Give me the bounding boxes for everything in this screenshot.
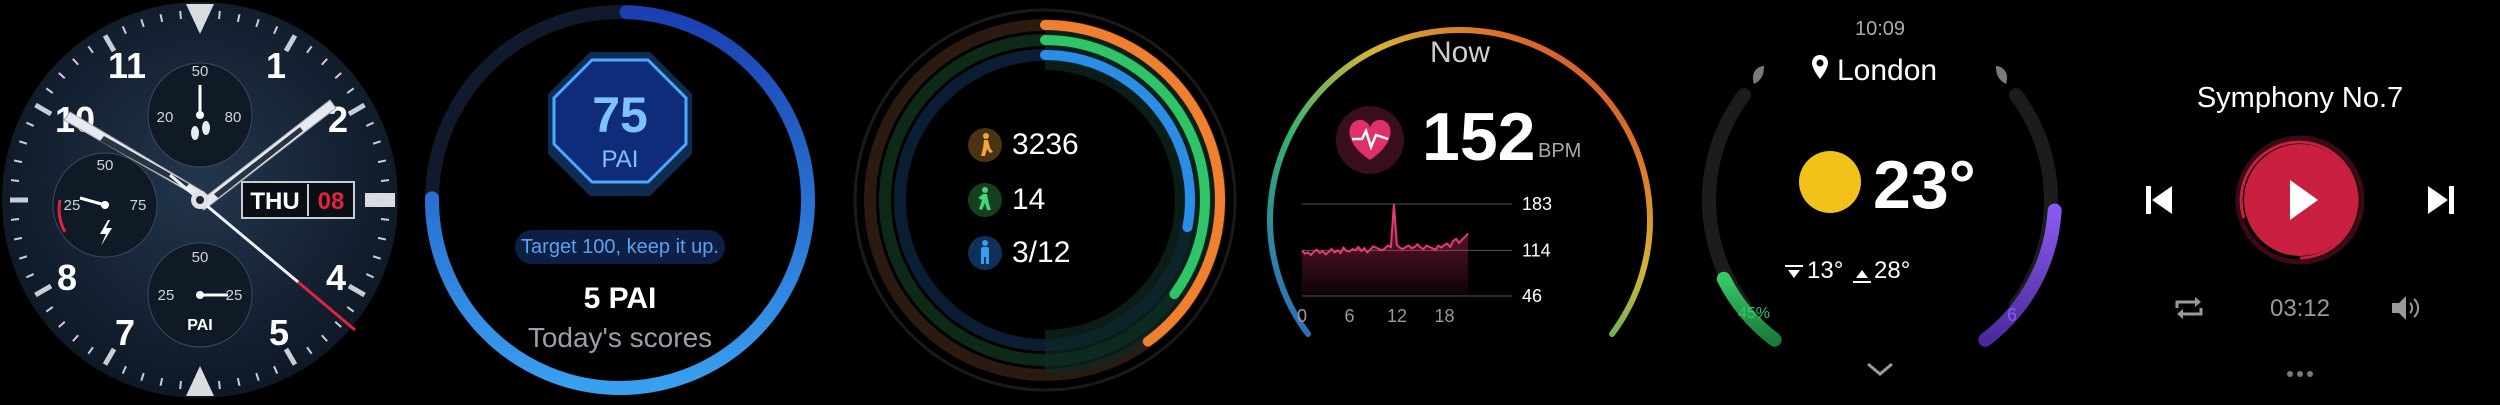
- numeral-1: 1: [266, 45, 286, 86]
- bottom-subdial-caption: PAI: [187, 317, 212, 334]
- watch-tick: [380, 218, 390, 221]
- stand-value: 3/12: [1012, 236, 1071, 269]
- numeral-5: 5: [269, 312, 289, 353]
- weather-temp: 23°: [1873, 147, 1976, 223]
- weather-high: 28°: [1874, 257, 1911, 284]
- location-pin-icon: [1810, 53, 1830, 83]
- music-controls: [2146, 135, 2454, 377]
- heart-y-label: 183: [1522, 194, 1552, 214]
- pai-panel: 75 PAI Target 100, keep it up. 5 PAI Tod…: [420, 0, 820, 400]
- chevron-down-icon[interactable]: [1867, 362, 1893, 376]
- heart-rate-panel: 183 114 46 0 6 12 18 Now 152 BPM: [1260, 0, 1660, 400]
- bottom-subdial: 50 25 25 PAI: [147, 242, 253, 348]
- weather-time: 10:09: [1854, 18, 1906, 40]
- activity-panel: 3236 14 3/12: [850, 0, 1250, 400]
- activity-rings: [853, 8, 1237, 392]
- watch-tick: [10, 218, 20, 221]
- humidity-label: 45%: [1738, 305, 1771, 322]
- previous-track-button[interactable]: [2146, 186, 2172, 214]
- next-track-button[interactable]: [2428, 186, 2454, 214]
- left-subdial-label-50: 50: [97, 157, 114, 174]
- heart-bpm-unit: BPM: [1538, 140, 1582, 162]
- numeral-7: 7: [115, 312, 135, 353]
- heart-x-label: 12: [1387, 306, 1407, 326]
- pai-unit: PAI: [601, 146, 639, 173]
- heart-bpm-value: 152: [1422, 99, 1536, 175]
- watch-face-panel: 11 1 2 4 5 7 8 10 50 20 80 50 25 75: [0, 0, 410, 400]
- weather-city: London: [1837, 54, 1938, 87]
- watch-tick: [218, 380, 221, 390]
- heart-chart-y-labels: 183 114 46: [1522, 194, 1552, 306]
- top-subdial-label-80: 80: [225, 109, 242, 126]
- heart-chart-x-labels: 0 6 12 18: [1297, 306, 1455, 326]
- uv-label: 6: [2007, 305, 2018, 325]
- heart-x-label: 6: [1344, 306, 1354, 326]
- numeral-11: 11: [108, 45, 146, 86]
- date-number: 08: [318, 188, 345, 215]
- left-subdial: 50 25 75: [52, 152, 158, 258]
- track-time: 03:12: [2269, 295, 2331, 322]
- music-panel: Symphony No.7 03:12: [2100, 0, 2500, 400]
- weather-panel: 10:09 London 23° 13° 28° 45% 6: [1680, 0, 2080, 400]
- top-subdial: 50 20 80: [147, 62, 253, 168]
- humidity-leaf-icon: [1752, 66, 1764, 84]
- left-subdial-label-25: 25: [64, 197, 81, 214]
- heart-x-label: 18: [1434, 306, 1454, 326]
- steps-value: 3236: [1012, 128, 1079, 161]
- heart-title: Now: [1429, 36, 1490, 69]
- high-temp-icon: [1856, 270, 1868, 278]
- pai-score: 5 PAI: [583, 282, 657, 315]
- left-subdial-label-75: 75: [130, 197, 147, 214]
- watch-tick: [179, 10, 182, 20]
- sun-icon: [1799, 151, 1861, 213]
- uv-leaf-icon: [1996, 66, 2008, 84]
- heart-y-label: 114: [1522, 240, 1551, 260]
- heart-y-label: 46: [1522, 286, 1542, 306]
- more-options-icon[interactable]: [2287, 371, 2313, 377]
- pai-value: 75: [592, 87, 648, 143]
- bottom-subdial-label-25b: 25: [226, 287, 243, 304]
- bottom-subdial-label-50: 50: [192, 249, 209, 266]
- date-day: THU: [250, 188, 299, 215]
- bottom-subdial-label-25: 25: [158, 287, 175, 304]
- pai-target-text: Target 100, keep it up.: [521, 236, 719, 258]
- top-subdial-label-20: 20: [157, 109, 174, 126]
- calories-value: 14: [1012, 183, 1046, 216]
- watch-tick: [218, 10, 221, 20]
- heart-x-label: 0: [1297, 306, 1307, 326]
- three-marker: [365, 193, 395, 207]
- watch-face: 11 1 2 4 5 7 8 10 50 20 80 50 25 75: [2, 2, 398, 398]
- top-subdial-label-50: 50: [192, 63, 209, 80]
- numeral-8: 8: [57, 257, 77, 298]
- heart-chart-line: [1301, 203, 1469, 257]
- weather-low: 13°: [1807, 257, 1844, 284]
- date-window: THU 08: [241, 181, 355, 219]
- watch-tick: [10, 179, 20, 182]
- low-temp-icon: [1788, 270, 1800, 278]
- watch-tick: [179, 380, 182, 390]
- watch-tick: [380, 179, 390, 182]
- numeral-4: 4: [326, 257, 346, 298]
- pai-caption: Today's scores: [527, 322, 713, 353]
